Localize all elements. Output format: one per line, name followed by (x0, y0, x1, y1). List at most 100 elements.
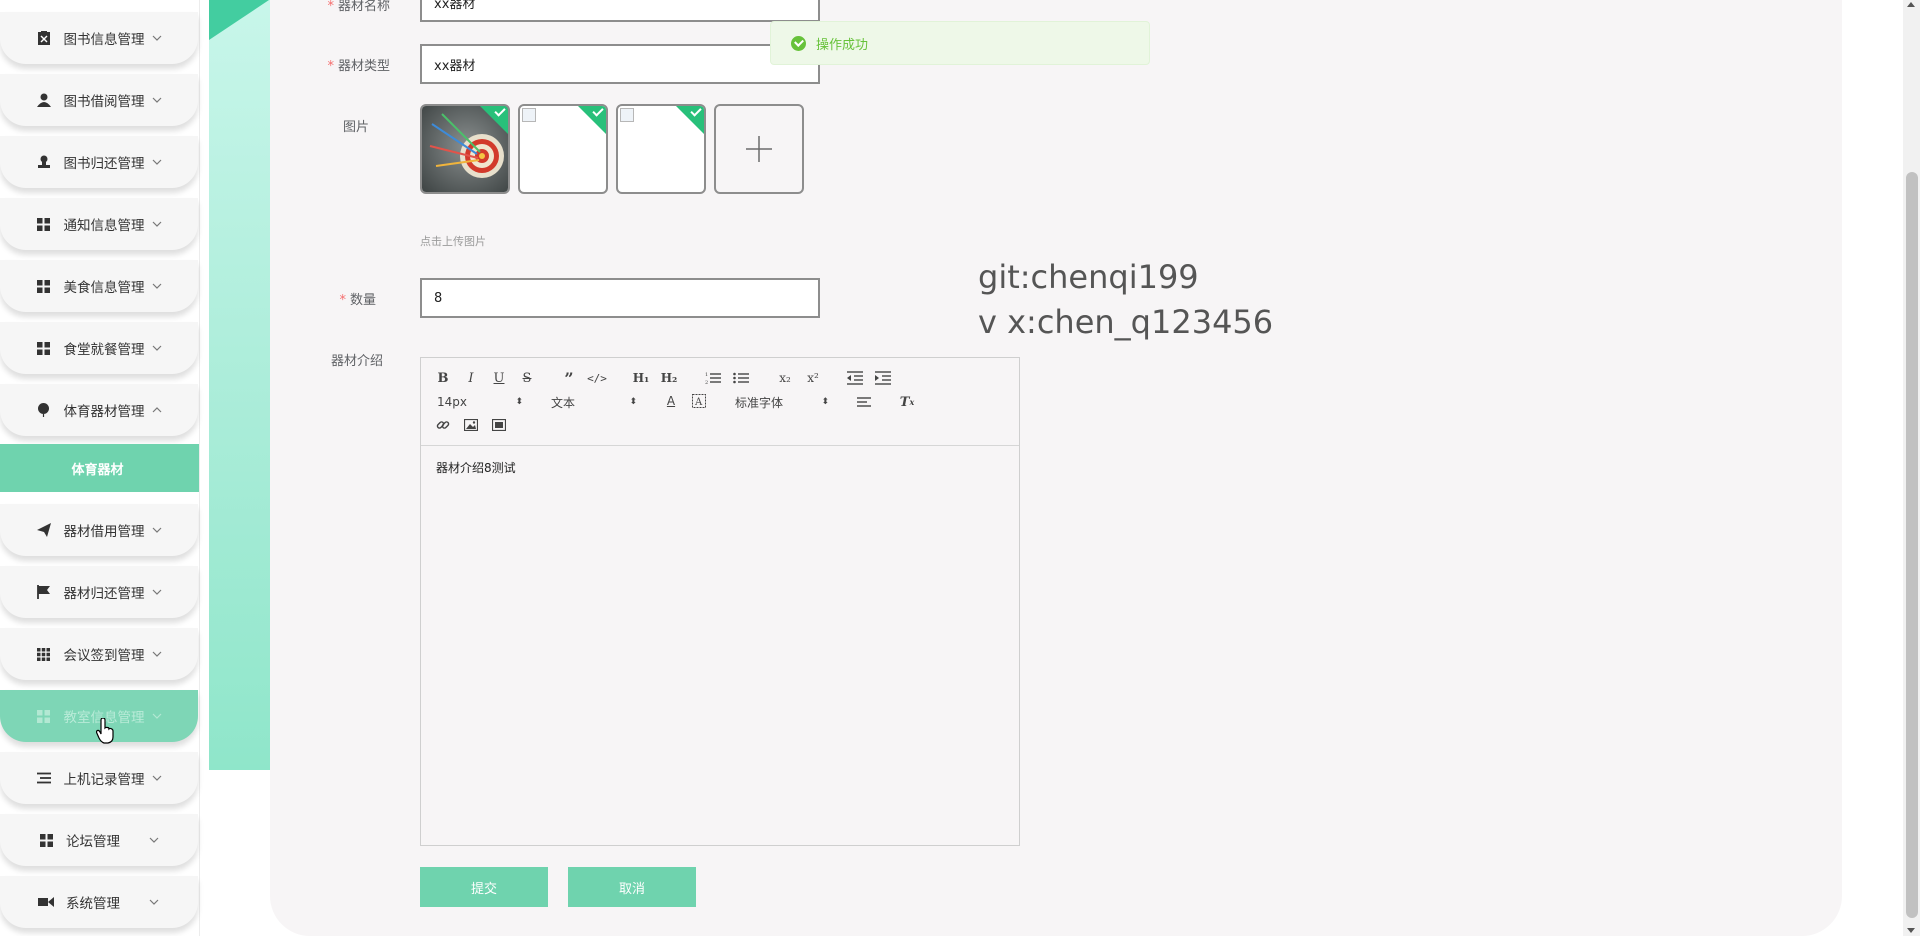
sidebar-item-food-info[interactable]: 美食信息管理 (0, 260, 198, 312)
sidebar-item-forum[interactable]: 论坛管理 (0, 814, 198, 866)
bold-icon[interactable]: B (433, 369, 453, 387)
sidebar-item-label: 器材归还管理 (63, 586, 145, 602)
outdent-icon[interactable] (845, 369, 865, 387)
sidebar-item-label: 上机记录管理 (63, 772, 145, 788)
name-input[interactable]: xx器材 (420, 0, 820, 22)
sidebar-subitem-sports-equipment[interactable]: 体育器材 (0, 444, 199, 492)
strikethrough-icon[interactable]: S (517, 369, 537, 387)
font-family-select[interactable]: 标准字体 ⬍ (735, 392, 829, 412)
scrollbar-thumb[interactable] (1906, 172, 1918, 918)
quantity-label: * 数量 (339, 293, 376, 308)
superscript-icon[interactable]: x² (803, 369, 823, 387)
name-label: * 器材名称 (327, 0, 390, 14)
success-check-icon (577, 106, 606, 135)
sidebar-item-label: 会议签到管理 (63, 648, 145, 664)
broken-image-icon (522, 108, 536, 122)
updown-arrow-icon: ⬍ (821, 397, 829, 407)
svg-text:1: 1 (705, 372, 708, 378)
type-input[interactable]: xx器材 (420, 44, 820, 84)
intro-label: 器材介绍 (330, 354, 383, 369)
scroll-up-arrow-icon[interactable] (1907, 2, 1915, 7)
chevron-down-icon (151, 280, 163, 292)
chevron-down-icon (151, 586, 163, 598)
clear-format-icon[interactable]: Tx (897, 393, 917, 411)
user-icon (36, 92, 52, 108)
video-icon[interactable] (489, 416, 509, 434)
background-color-icon[interactable]: A (689, 392, 709, 410)
sidebar-item-label: 体育器材管理 (63, 404, 145, 420)
sidebar-item-label: 美食信息管理 (63, 280, 145, 296)
book-icon (36, 30, 52, 46)
grid-nine-icon (36, 646, 52, 662)
chevron-down-icon (151, 648, 163, 660)
upload-image-button[interactable] (714, 104, 804, 194)
link-icon[interactable] (433, 416, 453, 434)
heading2-icon[interactable]: H₂ (659, 369, 679, 387)
sidebar-item-label: 系统管理 (66, 896, 120, 912)
sidebar-item-label: 食堂就餐管理 (63, 342, 145, 358)
italic-icon[interactable]: I (461, 369, 481, 387)
heading-select[interactable]: 文本 ⬍ (551, 392, 637, 412)
blockquote-icon[interactable]: ” (559, 369, 579, 388)
image-thumbnail-broken[interactable] (518, 104, 608, 194)
sidebar-item-book-return[interactable]: 图书归还管理 (0, 136, 198, 188)
upload-hint: 点击上传图片 (420, 235, 486, 248)
ordered-list-icon[interactable]: 12 (703, 369, 723, 387)
subscript-icon[interactable]: x₂ (775, 369, 795, 387)
editor-toolbar: B I U S ” </> H₁ H₂ 12 x₂ x² 14px ⬍ 文本 ⬍ A… (421, 358, 1019, 446)
sidebar: 图书信息管理 图书借阅管理 图书归还管理 通知信息管理 美食信息管理 食堂就餐管… (0, 0, 200, 936)
chevron-down-icon (151, 32, 163, 44)
image-thumbnail-dart[interactable] (420, 104, 510, 194)
sidebar-item-book-borrow[interactable]: 图书借阅管理 (0, 74, 198, 126)
sidebar-item-book-info[interactable]: 图书信息管理 (0, 12, 198, 64)
sidebar-item-label: 通知信息管理 (63, 218, 145, 234)
success-check-icon (675, 106, 704, 135)
chevron-up-icon (151, 404, 163, 416)
plus-icon (746, 136, 772, 162)
quantity-input[interactable]: 8 (420, 278, 820, 318)
cancel-button[interactable]: 取消 (568, 867, 696, 907)
chevron-down-icon (151, 218, 163, 230)
grid-icon (36, 708, 52, 724)
paper-plane-icon (36, 522, 52, 538)
sidebar-item-computer-records[interactable]: 上机记录管理 (0, 752, 198, 804)
svg-text:2: 2 (705, 380, 708, 385)
sidebar-item-sports-equipment[interactable]: 体育器材管理 (0, 384, 198, 436)
chevron-down-icon (151, 710, 163, 722)
type-label: * 器材类型 (327, 59, 390, 74)
flag-icon (36, 584, 52, 600)
watermark-text: git:chenqi199 v x:chen_q123456 (978, 258, 1274, 341)
bullet-list-icon[interactable] (731, 369, 751, 387)
align-icon[interactable] (855, 393, 875, 411)
chevron-down-icon (151, 94, 163, 106)
list-icon (36, 770, 52, 786)
editor-content[interactable]: 器材介绍8测试 (421, 446, 1019, 489)
font-size-select[interactable]: 14px ⬍ (437, 392, 523, 412)
underline-icon[interactable]: U (489, 369, 509, 387)
sidebar-item-system[interactable]: 系统管理 (0, 876, 198, 928)
rich-text-editor: B I U S ” </> H₁ H₂ 12 x₂ x² 14px ⬍ 文本 ⬍ A… (420, 357, 1020, 846)
image-icon[interactable] (461, 416, 481, 434)
sidebar-item-label: 图书信息管理 (63, 32, 145, 48)
grid-icon (36, 216, 52, 232)
sidebar-item-equipment-borrow[interactable]: 器材借用管理 (0, 504, 198, 556)
chevron-down-icon (148, 834, 160, 846)
indent-icon[interactable] (873, 369, 893, 387)
sidebar-item-meeting-signin[interactable]: 会议签到管理 (0, 628, 198, 680)
scroll-down-arrow-icon[interactable] (1907, 928, 1915, 933)
code-icon[interactable]: </> (587, 369, 607, 387)
sidebar-item-label: 器材借用管理 (63, 524, 145, 540)
updown-arrow-icon: ⬍ (515, 397, 523, 407)
sidebar-item-canteen-dining[interactable]: 食堂就餐管理 (0, 322, 198, 374)
submit-button[interactable]: 提交 (420, 867, 548, 907)
hand-cursor-icon (96, 718, 114, 744)
chevron-down-icon (148, 896, 160, 908)
heading1-icon[interactable]: H₁ (631, 369, 651, 387)
grid-icon (38, 832, 54, 848)
stamp-icon (36, 154, 52, 170)
image-thumbnail-broken[interactable] (616, 104, 706, 194)
sidebar-item-equipment-return[interactable]: 器材归还管理 (0, 566, 198, 618)
font-color-icon[interactable]: A (661, 392, 681, 410)
chevron-down-icon (151, 772, 163, 784)
sidebar-item-notice-info[interactable]: 通知信息管理 (0, 198, 198, 250)
